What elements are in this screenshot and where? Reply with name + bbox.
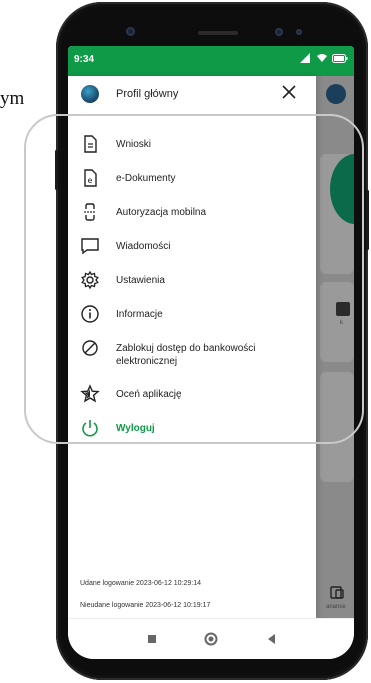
menu-item-informacje[interactable]: Informacje [68, 300, 316, 330]
gear-icon [81, 270, 99, 290]
mobile-auth-icon [84, 203, 95, 221]
power-icon [82, 420, 98, 437]
menu-item-wnioski[interactable]: Wnioski [68, 130, 316, 160]
battery-icon [332, 53, 348, 63]
volume-button [55, 150, 58, 190]
dashboard-avatar [326, 84, 346, 104]
star-icon [80, 384, 100, 403]
finance-tab-label: ananse [326, 604, 346, 610]
profile-avatar[interactable] [81, 85, 99, 103]
menu-label: Oceń aplikację [116, 389, 182, 400]
last-failed-login: Nieudane logowanie 2023-06-12 10:19:17 [80, 602, 211, 609]
dashboard-partial-label: k [340, 320, 343, 326]
menu-item-wiadomosci[interactable]: Wiadomości [68, 232, 316, 262]
menu-item-autoryzacja-mobilna[interactable]: Autoryzacja mobilna [68, 198, 316, 228]
finance-tab-icon [330, 586, 344, 599]
profile-title[interactable]: Profil główny [116, 88, 178, 100]
menu-item-zablokuj-dostep[interactable]: Zablokuj dostęp do bankowości elektronic… [68, 334, 316, 374]
menu-label: Wnioski [116, 139, 152, 150]
wifi-icon [317, 54, 327, 62]
close-icon[interactable] [278, 81, 300, 103]
earpiece-speaker [198, 31, 238, 35]
block-icon [82, 340, 98, 356]
menu-label: Informacje [116, 309, 163, 320]
svg-text:e: e [88, 176, 93, 185]
sensor [275, 28, 283, 36]
document-icon [84, 135, 97, 153]
front-camera [126, 27, 135, 36]
menu-item-ocen-aplikacje[interactable]: Oceń aplikację [68, 380, 316, 410]
dashboard-tile-icon [336, 302, 350, 316]
signal-icon [300, 53, 310, 63]
menu-label: Ustawienia [116, 275, 165, 286]
drawer-header: Profil główny [68, 76, 316, 110]
menu-item-wyloguj[interactable]: Wyloguj [68, 414, 316, 444]
home-icon[interactable] [203, 631, 219, 647]
menu-label: Wyloguj [116, 423, 155, 434]
phone-screen: 9:34 k ananse Profil główny Wnioski e e-… [68, 46, 354, 659]
menu-label: Wiadomości [116, 241, 171, 252]
status-bar: 9:34 [68, 46, 354, 76]
menu-label: e-Dokumenty [116, 173, 176, 184]
sensor [296, 29, 302, 35]
recent-apps-icon[interactable] [144, 631, 160, 647]
menu-item-ustawienia[interactable]: Ustawienia [68, 266, 316, 296]
menu-label: Zablokuj dostęp do bankowości elektronic… [116, 343, 256, 367]
menu-label: Autoryzacja mobilna [116, 207, 207, 218]
navigation-drawer: Profil główny Wnioski e e-Dokumenty Auto… [68, 76, 316, 619]
status-time: 9:34 [74, 54, 95, 65]
power-side-button [366, 190, 369, 250]
last-successful-login: Udane logowanie 2023-06-12 10:29:14 [80, 580, 202, 587]
e-document-icon: e [84, 169, 97, 187]
system-navigation-bar [68, 618, 354, 659]
background-page-text: ym [0, 88, 25, 109]
menu-item-e-dokumenty[interactable]: e e-Dokumenty [68, 164, 316, 194]
back-icon[interactable] [264, 631, 280, 647]
message-icon [81, 238, 99, 255]
info-icon [81, 305, 99, 323]
